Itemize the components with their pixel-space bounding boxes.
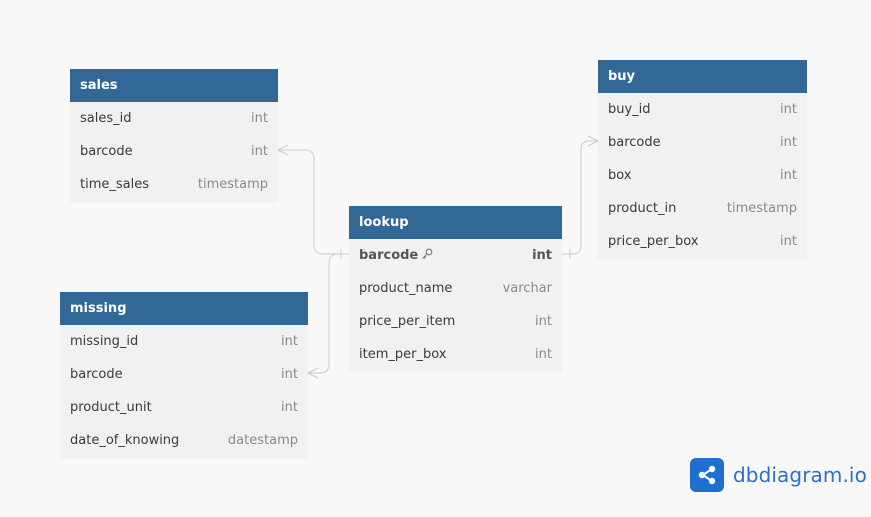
field-row[interactable]: barcode int [70, 135, 278, 168]
relationship-sales-lookup[interactable] [277, 144, 349, 259]
field-type: int [281, 334, 298, 349]
field-type: int [535, 314, 552, 329]
field-type: int [535, 347, 552, 362]
field-name: product_unit [70, 400, 152, 415]
field-type: int [780, 135, 797, 150]
table-header-missing[interactable]: missing [60, 292, 308, 325]
field-type: timestamp [726, 201, 797, 216]
dbdiagram-logo[interactable]: dbdiagram.io [690, 458, 867, 492]
field-row[interactable]: price_per_item int [349, 305, 562, 338]
relationship-lookup-buy[interactable] [562, 135, 599, 259]
field-row[interactable]: date_of_knowing datestamp [60, 424, 308, 457]
field-row[interactable]: barcode int [598, 126, 807, 159]
table-header-sales[interactable]: sales [70, 69, 278, 102]
logo-text: dbdiagram.io [733, 463, 867, 487]
field-type: timestamp [197, 177, 268, 192]
field-type: int [780, 234, 797, 249]
field-type: datestamp [227, 433, 298, 448]
field-type: int [251, 111, 268, 126]
field-row[interactable]: sales_id int [70, 102, 278, 135]
field-row[interactable]: price_per_box int [598, 225, 807, 258]
field-name-wrap: barcode [359, 239, 433, 272]
key-icon [422, 248, 433, 259]
table-lookup[interactable]: lookup barcode int product_name varchar … [349, 206, 562, 371]
field-name: sales_id [80, 111, 132, 126]
field-row[interactable]: product_unit int [60, 391, 308, 424]
field-name: time_sales [80, 177, 149, 192]
field-name: barcode [359, 248, 419, 263]
share-nodes-icon [690, 458, 724, 492]
field-row[interactable]: barcode int [60, 358, 308, 391]
field-name: item_per_box [359, 347, 447, 362]
field-row[interactable]: product_in timestamp [598, 192, 807, 225]
field-name: date_of_knowing [70, 433, 180, 448]
field-name: barcode [80, 144, 133, 159]
field-type: varchar [502, 281, 552, 296]
field-name: barcode [608, 135, 661, 150]
relationship-missing-lookup[interactable] [307, 253, 349, 379]
field-type: int [281, 367, 298, 382]
field-name: price_per_item [359, 314, 456, 329]
field-name: barcode [70, 367, 123, 382]
field-row[interactable]: product_name varchar [349, 272, 562, 305]
table-header-buy[interactable]: buy [598, 60, 807, 93]
field-row[interactable]: buy_id int [598, 93, 807, 126]
table-buy[interactable]: buy buy_id int barcode int box int produ… [598, 60, 807, 258]
field-type: int [251, 144, 268, 159]
field-row[interactable]: time_sales timestamp [70, 168, 278, 201]
field-row[interactable]: box int [598, 159, 807, 192]
table-missing[interactable]: missing missing_id int barcode int produ… [60, 292, 308, 457]
field-type: int [532, 248, 552, 263]
field-row[interactable]: item_per_box int [349, 338, 562, 371]
field-name: price_per_box [608, 234, 699, 249]
field-type: int [780, 102, 797, 117]
field-name: product_in [608, 201, 677, 216]
field-name: product_name [359, 281, 453, 296]
field-row[interactable]: missing_id int [60, 325, 308, 358]
field-type: int [780, 168, 797, 183]
field-row-primary-key[interactable]: barcode int [349, 239, 562, 272]
table-header-lookup[interactable]: lookup [349, 206, 562, 239]
table-sales[interactable]: sales sales_id int barcode int time_sale… [70, 69, 278, 201]
field-type: int [281, 400, 298, 415]
field-name: missing_id [70, 334, 139, 349]
field-name: box [608, 168, 632, 183]
field-name: buy_id [608, 102, 651, 117]
